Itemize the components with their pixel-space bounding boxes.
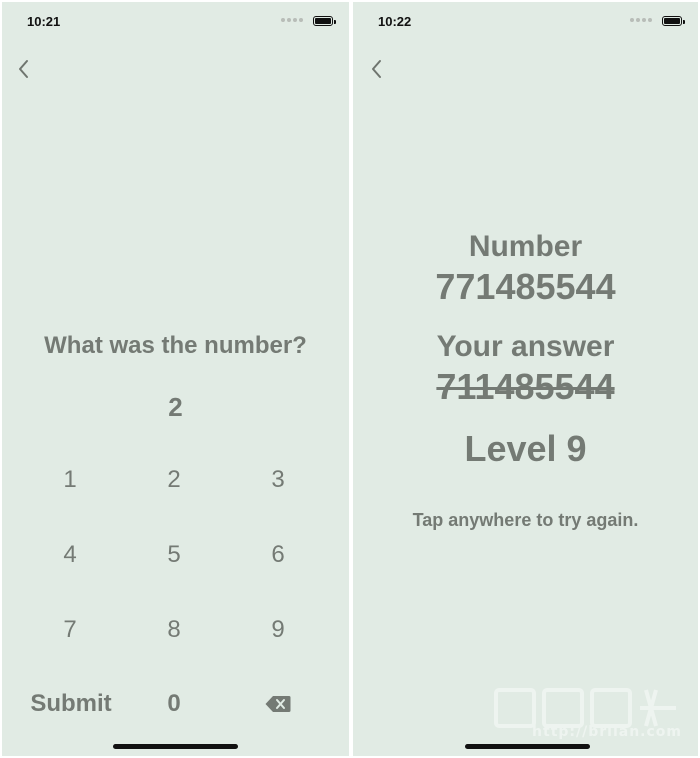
- battery-icon: [662, 16, 685, 26]
- watermark: http://briian.com: [486, 682, 686, 752]
- status-indicators: [622, 16, 685, 26]
- input-screen: 10:21 What was the number? 2 1 2 3 4 5 6…: [2, 2, 349, 756]
- home-indicator[interactable]: [113, 744, 238, 749]
- key-9[interactable]: 9: [228, 610, 328, 650]
- battery-icon: [313, 16, 336, 26]
- key-0[interactable]: 0: [124, 684, 224, 724]
- status-time: 10:22: [378, 14, 412, 29]
- submit-button[interactable]: Submit: [11, 684, 131, 724]
- screenshot-frame: 10:21 What was the number? 2 1 2 3 4 5 6…: [0, 0, 700, 758]
- back-button[interactable]: [365, 57, 389, 81]
- status-indicators: [273, 16, 336, 26]
- signal-dots-icon: [281, 18, 303, 24]
- key-5[interactable]: 5: [124, 535, 224, 575]
- key-7[interactable]: 7: [20, 610, 120, 650]
- signal-dots-icon: [630, 18, 652, 24]
- number-label: Number: [468, 230, 583, 263]
- chevron-left-icon: [19, 60, 28, 78]
- result-screen[interactable]: 10:22 Number 771485544 Your answer 71148…: [353, 2, 698, 756]
- entered-number: 2: [168, 392, 183, 422]
- status-time: 10:21: [27, 14, 61, 29]
- key-2[interactable]: 2: [124, 460, 224, 500]
- backspace-icon: [265, 696, 291, 712]
- key-4[interactable]: 4: [20, 535, 120, 575]
- number-value: 771485544: [435, 266, 616, 307]
- key-3[interactable]: 3: [228, 460, 328, 500]
- back-button[interactable]: [12, 57, 36, 81]
- chevron-left-icon: [372, 60, 381, 78]
- level-indicator: Level 9: [464, 428, 587, 469]
- key-1[interactable]: 1: [20, 460, 120, 500]
- backspace-button[interactable]: [228, 684, 328, 724]
- watermark-text: http://briian.com: [532, 724, 682, 740]
- key-6[interactable]: 6: [228, 535, 328, 575]
- key-8[interactable]: 8: [124, 610, 224, 650]
- question-prompt: What was the number?: [44, 332, 307, 359]
- home-indicator[interactable]: [465, 744, 590, 749]
- answer-value: 711485544: [436, 366, 615, 407]
- answer-label: Your answer: [436, 330, 615, 363]
- retry-hint: Tap anywhere to try again.: [412, 510, 639, 530]
